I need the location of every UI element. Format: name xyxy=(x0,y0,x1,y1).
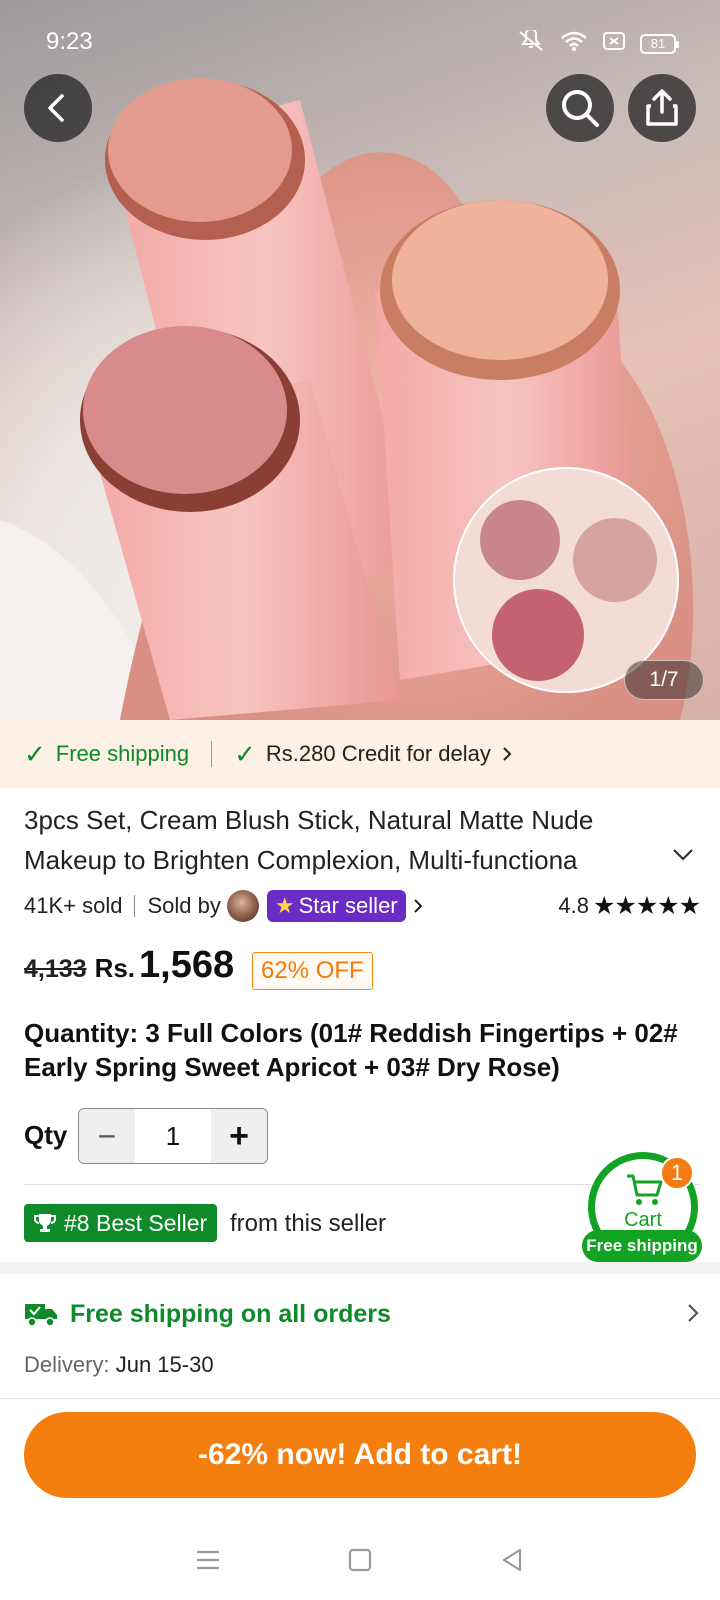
chevron-right-icon xyxy=(688,1304,699,1322)
search-button[interactable] xyxy=(546,74,614,142)
wifi-icon xyxy=(560,30,588,57)
section-gap xyxy=(0,1262,720,1274)
sim-icon xyxy=(602,30,626,57)
product-title-text: 3pcs Set, Cream Blush Stick, Natural Mat… xyxy=(24,805,594,875)
chevron-down-icon xyxy=(673,849,693,861)
free-shipping-title: Free shipping on all orders xyxy=(70,1299,391,1328)
product-title[interactable]: 3pcs Set, Cream Blush Stick, Natural Mat… xyxy=(24,800,664,880)
current-price: 1,568 xyxy=(139,944,235,986)
free-shipping-label: Free shipping xyxy=(55,741,190,766)
check-icon: ✓ xyxy=(24,739,46,769)
cart-count-badge: 1 xyxy=(660,1156,694,1190)
free-shipping-tag: ✓ Free shipping xyxy=(24,741,189,767)
status-time: 9:23 xyxy=(46,28,93,55)
meta-divider xyxy=(134,895,136,917)
truck-icon xyxy=(25,1304,57,1327)
sold-by-label: Sold by xyxy=(147,893,221,918)
cart-label: Cart xyxy=(624,1209,662,1231)
check-icon: ✓ xyxy=(234,739,256,769)
delivery-estimate: Delivery: Jun 15-30 xyxy=(24,1352,214,1378)
menu-icon[interactable] xyxy=(194,1548,222,1572)
cart-icon xyxy=(627,1174,663,1205)
original-price: 4,133 xyxy=(24,955,87,983)
price-row: 4,133 Rs. 1,568 xyxy=(24,944,234,994)
star-icon: ★ xyxy=(274,893,295,918)
delay-credit[interactable]: ✓ Rs.280 Credit for delay xyxy=(234,741,513,767)
rating-value: 4.8 xyxy=(558,893,589,918)
rating-stars: ★★★★★ xyxy=(592,892,701,920)
chevron-right-icon xyxy=(503,747,512,761)
rating[interactable]: 4.8 ★★★★★ xyxy=(558,888,701,924)
shipping-banner[interactable]: ✓ Free shipping ✓ Rs.280 Credit for dela… xyxy=(0,720,720,788)
product-meta-row: 41K+ sold Sold by ★ Star seller 4.8 ★★★★… xyxy=(24,888,701,924)
product-image-carousel[interactable]: 9:23 81 1/7 xyxy=(0,0,720,720)
status-bar: 9:23 81 xyxy=(0,0,720,86)
variant-label[interactable]: Quantity: 3 Full Colors (01# Reddish Fin… xyxy=(24,1016,684,1084)
increase-qty-button[interactable]: + xyxy=(211,1109,267,1163)
cart-free-shipping-tag: Free shipping xyxy=(582,1230,702,1262)
back-button[interactable] xyxy=(24,74,92,142)
image-counter: 1/7 xyxy=(624,660,704,700)
delivery-label: Delivery: xyxy=(24,1352,110,1377)
banner-divider xyxy=(211,741,213,767)
discount-badge: 62% OFF xyxy=(252,952,373,990)
chevron-right-icon[interactable] xyxy=(412,897,424,915)
trophy-icon xyxy=(34,1214,56,1232)
sold-count: 41K+ sold xyxy=(24,893,123,918)
status-icons: 81 xyxy=(516,28,679,57)
currency: Rs. xyxy=(94,953,136,983)
best-seller-label: #8 Best Seller xyxy=(64,1209,208,1236)
title-fade xyxy=(584,840,664,880)
delivery-value: Jun 15-30 xyxy=(115,1352,214,1377)
best-seller-tail: from this seller xyxy=(230,1210,387,1237)
seller-avatar[interactable] xyxy=(226,890,259,922)
best-seller-badge[interactable]: #8 Best Seller xyxy=(24,1204,218,1242)
share-button[interactable] xyxy=(628,74,696,142)
back-arrow-icon xyxy=(48,94,64,122)
share-icon xyxy=(646,89,678,126)
battery-icon: 81 xyxy=(640,33,679,54)
back-triangle-icon[interactable] xyxy=(498,1546,526,1574)
bottom-divider xyxy=(0,1398,720,1399)
star-seller-label: Star seller xyxy=(298,893,398,918)
add-to-cart-button[interactable]: -62% now! Add to cart! xyxy=(24,1412,696,1498)
expand-title-button[interactable] xyxy=(672,848,694,867)
star-seller-badge[interactable]: ★ Star seller xyxy=(266,890,406,922)
mute-icon xyxy=(516,28,546,57)
delay-credit-label: Rs.280 Credit for delay xyxy=(265,741,491,766)
decrease-qty-button[interactable]: − xyxy=(79,1109,135,1163)
search-icon xyxy=(562,90,599,127)
free-shipping-row[interactable]: Free shipping on all orders xyxy=(24,1294,700,1334)
home-square-icon[interactable] xyxy=(346,1546,374,1574)
qty-label: Qty xyxy=(24,1120,68,1150)
quantity-stepper: − 1 + xyxy=(78,1108,268,1164)
qty-value[interactable]: 1 xyxy=(135,1109,211,1163)
system-nav-bar xyxy=(0,1520,720,1600)
